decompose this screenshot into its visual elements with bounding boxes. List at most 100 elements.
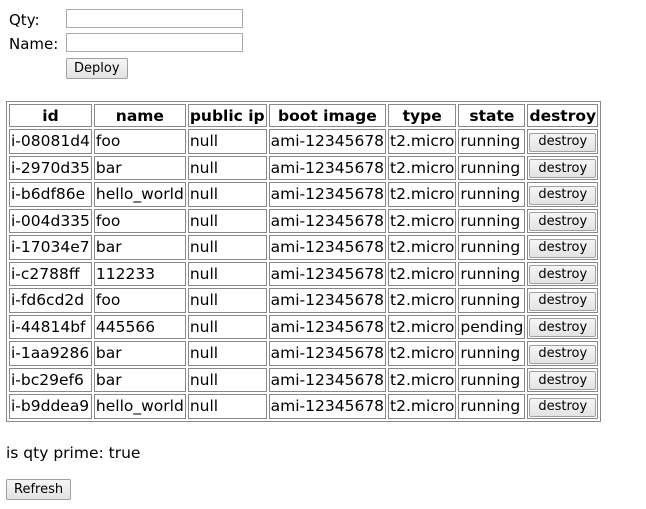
instance-name-cell: foo <box>93 208 186 233</box>
public-ip-cell: null <box>187 235 267 260</box>
public-ip-cell: null <box>187 341 267 366</box>
destroy-button[interactable]: destroy <box>529 265 597 284</box>
destroy-button[interactable]: destroy <box>529 132 597 152</box>
destroy-cell: destroy <box>527 155 599 180</box>
instance-name-cell: hello_world <box>93 182 186 207</box>
boot-image-cell: ami-12345678 <box>268 288 387 313</box>
destroy-button[interactable]: destroy <box>529 212 597 231</box>
destroy-cell: destroy <box>527 341 599 366</box>
destroy-button[interactable]: destroy <box>529 344 597 364</box>
instance-state-cell: running <box>458 208 526 233</box>
boot-image-cell: ami-12345678 <box>268 235 387 260</box>
table-row: i-bc29ef6 bar null ami-12345678 t2.micro runn… <box>9 367 599 392</box>
instance-type-cell: t2.micro <box>388 367 457 392</box>
destroy-button[interactable]: destroy <box>529 185 597 205</box>
header-type: type <box>388 104 457 127</box>
qty-input[interactable] <box>66 9 243 28</box>
instance-name-cell: foo <box>93 288 186 313</box>
destroy-button[interactable]: destroy <box>529 318 597 337</box>
boot-image-cell: ami-12345678 <box>268 314 387 339</box>
instance-id-cell: i-bc29ef6 <box>9 367 92 392</box>
prime-status-text: is qty prime: true <box>6 444 141 462</box>
instance-state-cell: running <box>458 261 526 286</box>
instance-type-cell: t2.micro <box>388 182 457 207</box>
instance-state-cell: running <box>458 288 526 313</box>
destroy-cell: destroy <box>527 288 599 313</box>
public-ip-cell: null <box>187 367 267 392</box>
instance-name-cell: 445566 <box>93 314 186 339</box>
instance-state-cell: running <box>458 182 526 207</box>
header-destroy: destroy <box>527 104 599 127</box>
table-row: i-004d335 foo null ami-12345678 t2.micro runn… <box>9 208 599 233</box>
instance-id-cell: i-1aa9286 <box>9 341 92 366</box>
instance-state-cell: running <box>458 129 526 154</box>
table-row: i-17034e7 bar null ami-12345678 t2.micro runn… <box>9 235 599 260</box>
instance-state-cell: running <box>458 394 526 419</box>
instance-state-cell: running <box>458 341 526 366</box>
public-ip-cell: null <box>187 394 267 419</box>
name-input[interactable] <box>66 33 243 52</box>
destroy-cell: destroy <box>527 129 599 154</box>
boot-image-cell: ami-12345678 <box>268 261 387 286</box>
instance-type-cell: t2.micro <box>388 129 457 154</box>
instance-name-cell: foo <box>93 129 186 154</box>
public-ip-cell: null <box>187 182 267 207</box>
destroy-cell: destroy <box>527 261 599 286</box>
header-name: name <box>93 104 186 127</box>
instance-id-cell: i-17034e7 <box>9 235 92 260</box>
instance-id-cell: i-b6df86e <box>9 182 92 207</box>
instance-name-cell: hello_world <box>93 394 186 419</box>
destroy-cell: destroy <box>527 394 599 419</box>
destroy-cell: destroy <box>527 367 599 392</box>
destroy-cell: destroy <box>527 182 599 207</box>
instance-type-cell: t2.micro <box>388 341 457 366</box>
boot-image-cell: ami-12345678 <box>268 367 387 392</box>
instance-type-cell: t2.micro <box>388 155 457 180</box>
destroy-button[interactable]: destroy <box>529 159 597 178</box>
destroy-cell: destroy <box>527 235 599 260</box>
instance-type-cell: t2.micro <box>388 288 457 313</box>
destroy-button[interactable]: destroy <box>529 397 597 417</box>
instance-name-cell: 112233 <box>93 261 186 286</box>
public-ip-cell: null <box>187 288 267 313</box>
boot-image-cell: ami-12345678 <box>268 341 387 366</box>
table-row: i-2970d35 bar null ami-12345678 t2.micro runn… <box>9 155 599 180</box>
deploy-button[interactable]: Deploy <box>66 58 128 79</box>
instance-type-cell: t2.micro <box>388 314 457 339</box>
instance-state-cell: pending <box>458 314 526 339</box>
name-label: Name: <box>9 35 59 53</box>
boot-image-cell: ami-12345678 <box>268 208 387 233</box>
instance-id-cell: i-b9ddea9 <box>9 394 92 419</box>
header-boot-image: boot image <box>268 104 387 127</box>
instance-id-cell: i-c2788ff <box>9 261 92 286</box>
instance-name-cell: bar <box>93 341 186 366</box>
refresh-button[interactable]: Refresh <box>6 479 72 500</box>
instances-table: id name public ip boot image type state destro… <box>6 101 602 422</box>
instance-name-cell: bar <box>93 367 186 392</box>
public-ip-cell: null <box>187 155 267 180</box>
destroy-cell: destroy <box>527 314 599 339</box>
destroy-button[interactable]: destroy <box>529 371 597 390</box>
boot-image-cell: ami-12345678 <box>268 129 387 154</box>
instance-id-cell: i-2970d35 <box>9 155 92 180</box>
destroy-cell: destroy <box>527 208 599 233</box>
header-public-ip: public ip <box>187 104 267 127</box>
instance-name-cell: bar <box>93 235 186 260</box>
instance-state-cell: running <box>458 155 526 180</box>
table-row: i-1aa9286 bar null ami-12345678 t2.micro runn… <box>9 341 599 366</box>
boot-image-cell: ami-12345678 <box>268 182 387 207</box>
table-row: i-08081d4 foo null ami-12345678 t2.micro runn… <box>9 129 599 154</box>
destroy-button[interactable]: destroy <box>529 291 597 311</box>
table-row: i-44814bf 445566 null ami-12345678 t2.micro p… <box>9 314 599 339</box>
instance-state-cell: running <box>458 367 526 392</box>
public-ip-cell: null <box>187 208 267 233</box>
boot-image-cell: ami-12345678 <box>268 155 387 180</box>
destroy-button[interactable]: destroy <box>529 238 597 258</box>
table-row: i-c2788ff 112233 null ami-12345678 t2.micro r… <box>9 261 599 286</box>
boot-image-cell: ami-12345678 <box>268 394 387 419</box>
instance-id-cell: i-08081d4 <box>9 129 92 154</box>
table-body: i-08081d4 foo null ami-12345678 t2.micro runn… <box>9 129 599 419</box>
instance-type-cell: t2.micro <box>388 235 457 260</box>
table-header-row: id name public ip boot image type state destro… <box>9 104 599 127</box>
instance-type-cell: t2.micro <box>388 261 457 286</box>
